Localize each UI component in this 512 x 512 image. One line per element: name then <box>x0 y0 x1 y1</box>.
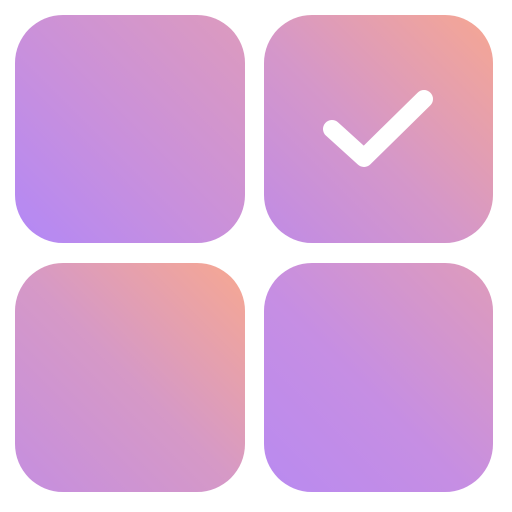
tile-top-right <box>264 15 493 243</box>
tile-bottom-left <box>15 263 245 492</box>
checklist-grid-icon <box>0 0 512 512</box>
tile-top-left <box>15 15 245 243</box>
checkmark-icon <box>323 90 433 167</box>
tile-bottom-right <box>264 263 493 492</box>
